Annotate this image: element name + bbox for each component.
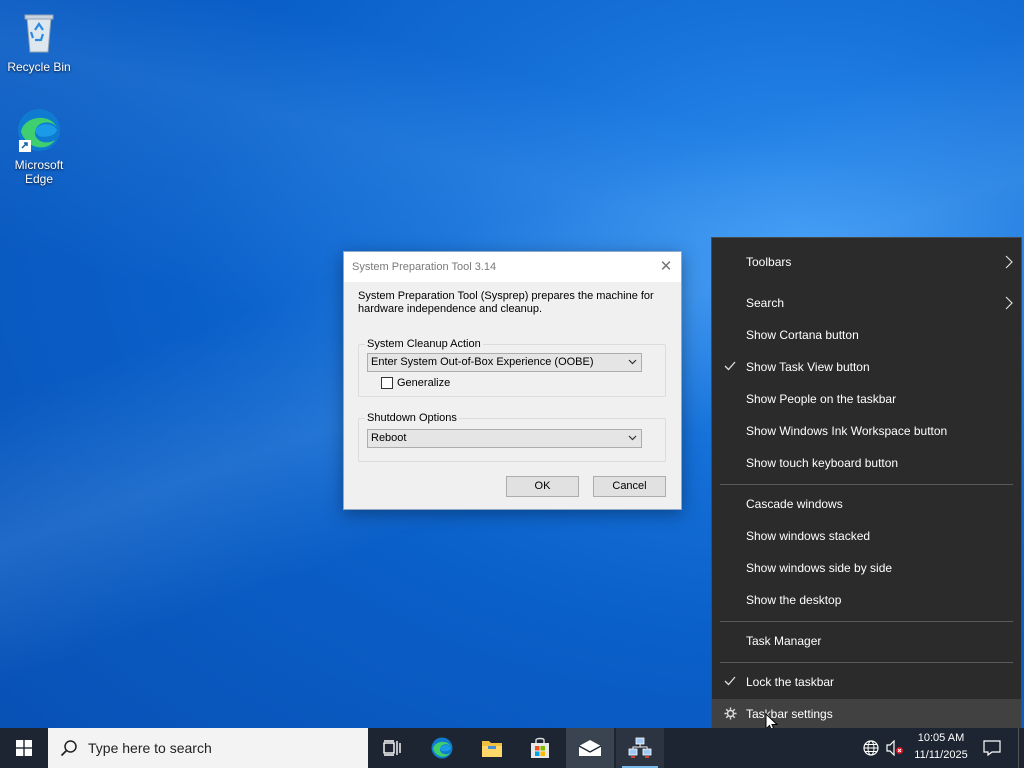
clock-time: 10:05 AM <box>917 732 965 744</box>
network-computers-icon <box>628 737 652 758</box>
menu-separator <box>720 621 1013 622</box>
generalize-checkbox[interactable] <box>381 377 393 389</box>
chevron-down-icon <box>628 435 637 441</box>
taskbar-store[interactable] <box>518 728 562 768</box>
menu-item-show-touch-keyboard[interactable]: Show touch keyboard button <box>712 448 1021 478</box>
mail-icon <box>578 740 602 756</box>
shutdown-options-select[interactable]: Reboot <box>367 429 642 448</box>
gear-icon <box>724 707 737 720</box>
menu-item-cascade-windows[interactable]: Cascade windows <box>712 489 1021 519</box>
group-label: Shutdown Options <box>365 412 459 424</box>
windows-logo-icon <box>16 740 32 756</box>
select-value: Enter System Out-of-Box Experience (OOBE… <box>371 356 594 368</box>
task-view-button[interactable] <box>370 728 414 768</box>
task-view-icon <box>383 740 401 756</box>
show-desktop-button[interactable] <box>1018 728 1024 768</box>
menu-item-toolbars[interactable]: Toolbars <box>712 247 1021 277</box>
menu-item-show-cortana-button[interactable]: Show Cortana button <box>712 320 1021 350</box>
menu-item-label: Show Task View button <box>746 360 870 374</box>
ok-button[interactable]: OK <box>506 476 579 497</box>
menu-item-label: Show Windows Ink Workspace button <box>746 424 948 438</box>
menu-item-label: Show People on the taskbar <box>746 392 897 406</box>
menu-item-label: Show windows side by side <box>746 561 893 575</box>
taskbar-clock[interactable]: 10:05 AM 11/11/2025 <box>906 730 976 764</box>
recycle-bin-icon <box>15 8 63 56</box>
volume-muted-icon <box>886 740 903 756</box>
taskbar-sysprep[interactable] <box>616 728 664 768</box>
menu-item-label: Task Manager <box>746 634 822 648</box>
edge-icon <box>15 106 63 154</box>
menu-item-show-windows-stacked[interactable]: Show windows stacked <box>712 521 1021 551</box>
menu-item-label: Show touch keyboard button <box>746 456 899 470</box>
menu-separator <box>720 484 1013 485</box>
edge-icon <box>431 737 453 759</box>
sysprep-dialog: System Preparation Tool 3.14 ✕ System Pr… <box>343 251 682 510</box>
action-center-button[interactable] <box>976 728 1008 768</box>
desktop-icon-microsoft-edge[interactable]: Microsoft Edge <box>1 106 77 186</box>
close-icon[interactable]: ✕ <box>651 252 681 282</box>
dialog-title: System Preparation Tool 3.14 <box>352 261 497 273</box>
checkmark-icon <box>724 676 736 686</box>
cancel-button[interactable]: Cancel <box>593 476 666 497</box>
store-icon <box>531 737 549 758</box>
menu-item-label: Taskbar settings <box>746 707 833 721</box>
taskbar-search-box[interactable]: Type here to search <box>48 728 368 768</box>
search-icon <box>60 740 77 757</box>
shutdown-options-group: Shutdown Options Reboot <box>358 412 666 462</box>
menu-item-task-manager[interactable]: Task Manager <box>712 626 1021 656</box>
generalize-label: Generalize <box>397 377 451 389</box>
group-label: System Cleanup Action <box>365 338 483 350</box>
folder-icon <box>482 741 502 757</box>
notification-icon <box>983 740 1001 756</box>
menu-item-show-windows-ink[interactable]: Show Windows Ink Workspace button <box>712 416 1021 446</box>
taskbar-context-menu: Toolbars Search Show Cortana button Show… <box>711 237 1022 738</box>
menu-item-label: Show Cortana button <box>746 328 859 342</box>
search-placeholder: Type here to search <box>88 740 212 756</box>
menu-item-show-desktop[interactable]: Show the desktop <box>712 585 1021 615</box>
menu-item-label: Search <box>746 296 785 310</box>
menu-item-lock-taskbar[interactable]: Lock the taskbar <box>712 667 1021 697</box>
desktop-icon-label: Recycle Bin <box>7 60 71 74</box>
checkmark-icon <box>724 361 736 371</box>
menu-separator <box>720 662 1013 663</box>
menu-item-side-by-side[interactable]: Show windows side by side <box>712 553 1021 583</box>
clock-date: 11/11/2025 <box>914 749 968 761</box>
menu-item-label: Show the desktop <box>746 593 842 607</box>
menu-item-label: Toolbars <box>746 255 792 269</box>
taskbar-edge[interactable] <box>420 728 464 768</box>
start-button[interactable] <box>0 728 48 768</box>
globe-icon <box>863 740 879 756</box>
cleanup-action-select[interactable]: Enter System Out-of-Box Experience (OOBE… <box>367 353 642 372</box>
desktop-icon-label: Microsoft Edge <box>14 158 64 186</box>
dialog-titlebar[interactable]: System Preparation Tool 3.14 ✕ <box>344 252 681 282</box>
chevron-right-icon <box>1005 296 1013 310</box>
menu-item-label: Show windows stacked <box>746 529 871 543</box>
taskbar-mail[interactable] <box>566 728 614 768</box>
taskbar-file-explorer[interactable] <box>470 728 514 768</box>
menu-item-taskbar-settings[interactable]: Taskbar settings <box>712 699 1021 729</box>
menu-item-show-task-view-button[interactable]: Show Task View button <box>712 352 1021 382</box>
tray-volume[interactable] <box>884 728 906 768</box>
cleanup-action-group: System Cleanup Action Enter System Out-o… <box>358 338 666 397</box>
menu-item-label: Cascade windows <box>746 497 843 511</box>
menu-item-search[interactable]: Search <box>712 288 1021 318</box>
menu-item-label: Lock the taskbar <box>746 675 835 689</box>
taskbar: Type here to search 10:05 AM 11/11/2025 <box>0 728 1024 768</box>
desktop-icon-recycle-bin[interactable]: Recycle Bin <box>1 8 77 74</box>
dialog-description: System Preparation Tool (Sysprep) prepar… <box>358 290 654 315</box>
select-value: Reboot <box>371 432 407 444</box>
tray-network[interactable] <box>860 728 882 768</box>
chevron-down-icon <box>628 359 637 365</box>
chevron-right-icon <box>1005 255 1013 269</box>
menu-item-show-people[interactable]: Show People on the taskbar <box>712 384 1021 414</box>
